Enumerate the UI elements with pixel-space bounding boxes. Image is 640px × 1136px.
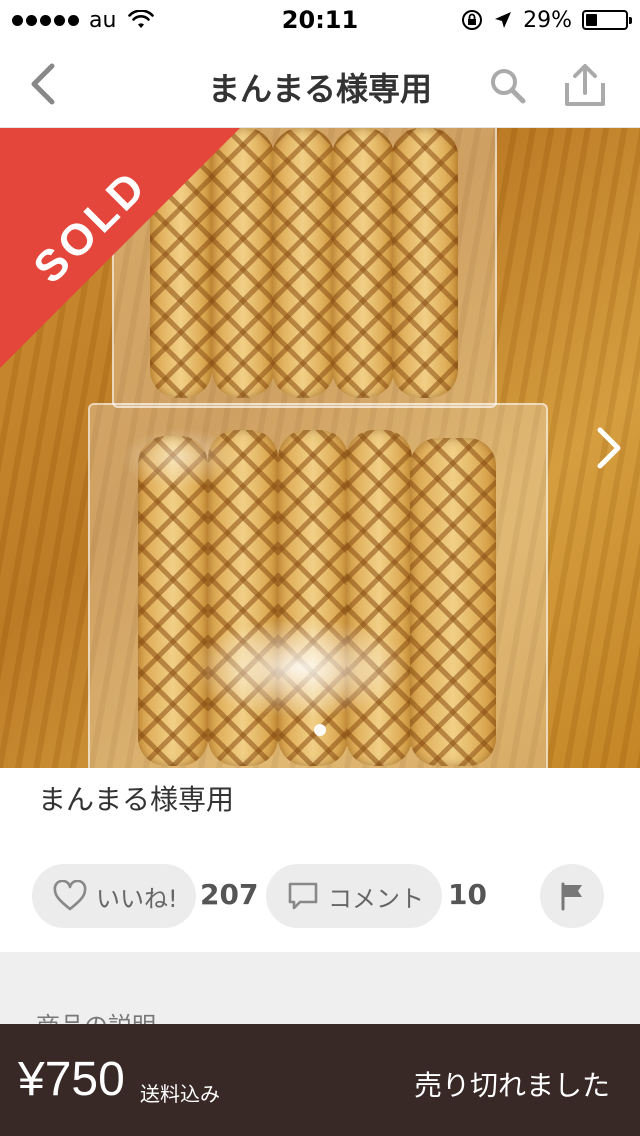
waffle-stick <box>332 128 394 398</box>
carousel-dot <box>314 724 326 736</box>
orientation-lock-icon <box>462 10 483 30</box>
product-image-carousel[interactable]: SOLD <box>0 128 640 768</box>
share-button[interactable] <box>560 60 610 110</box>
heart-icon <box>53 880 87 911</box>
sold-badge: SOLD <box>0 128 240 368</box>
comment-icon <box>288 882 318 910</box>
share-icon <box>565 64 605 106</box>
waffle-stick <box>410 438 496 766</box>
battery-fill <box>586 14 597 26</box>
battery-percentage: 29% <box>523 7 572 33</box>
shipping-note: 送料込み <box>140 1082 220 1106</box>
flag-icon <box>561 882 582 911</box>
comment-label: コメント <box>328 884 424 913</box>
location-icon <box>495 12 512 28</box>
status-bar: au 20:11 29% <box>0 0 640 40</box>
waffle-stick <box>272 128 334 398</box>
search-button[interactable] <box>484 62 532 110</box>
item-name: まんまる様専用 <box>38 783 235 816</box>
navigation-bar: まんまる様専用 <box>0 40 640 128</box>
search-icon <box>491 69 526 104</box>
carousel-page-indicator <box>0 724 640 736</box>
like-count: 207 <box>200 878 259 911</box>
report-button[interactable] <box>540 864 604 928</box>
page-title: まんまる様専用 <box>207 70 432 108</box>
next-image-button[interactable] <box>594 426 624 470</box>
back-button[interactable] <box>18 58 66 110</box>
purchase-bar: ¥750 送料込み 売り切れました <box>0 1024 640 1136</box>
chevron-left-icon <box>31 63 55 105</box>
comment-button[interactable]: コメント <box>266 864 442 928</box>
comment-count: 10 <box>448 878 487 911</box>
battery-icon <box>582 10 632 30</box>
price: ¥750 <box>18 1053 125 1106</box>
item-actions: いいね! 207 コメント 10 <box>32 864 608 928</box>
status-right: 29% <box>461 7 632 33</box>
like-button[interactable]: いいね! <box>32 864 196 928</box>
waffle-stick <box>392 128 458 398</box>
sold-out-button[interactable]: 売り切れました <box>414 1064 610 1104</box>
like-label: いいね! <box>96 884 178 913</box>
